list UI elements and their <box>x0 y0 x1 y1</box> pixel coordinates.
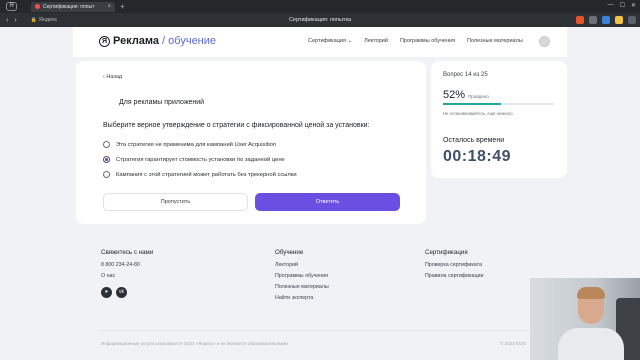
progress-hint: Не останавливайтесь, ещё немного <box>443 111 513 116</box>
extension-icon[interactable] <box>589 16 597 24</box>
footer-link-materials[interactable]: Полезные материалы <box>275 284 329 290</box>
progress-card: Вопрос 14 из 25 52% Пройдено Не останавл… <box>431 61 567 178</box>
footer-link-cert-rules[interactable]: Правила сертификации <box>425 273 483 279</box>
maximize-icon[interactable]: ☐ <box>620 2 625 9</box>
browser-menu-icon[interactable]: Я <box>6 2 17 11</box>
close-window-icon[interactable]: ✕ <box>631 2 636 9</box>
answer-option-label: Эта стратегия не применима для кампаний … <box>116 141 277 148</box>
address-page-title[interactable]: Сертификация: попытка <box>0 17 640 23</box>
logo-main: Реклама <box>113 35 160 47</box>
nav-item-programs[interactable]: Программы обучения <box>400 38 455 44</box>
extension-icon[interactable] <box>615 16 623 24</box>
tab-close-icon[interactable]: × <box>107 4 111 10</box>
answer-option-3[interactable]: Кампания с этой стратегией может работат… <box>103 171 297 178</box>
radio-button[interactable] <box>103 171 110 178</box>
webcam-overlay <box>530 278 640 360</box>
question-category: Для рекламы приложений <box>119 99 205 106</box>
webcam-person-hair <box>577 287 605 299</box>
radio-button[interactable] <box>103 141 110 148</box>
footer-cert-heading: Сертификация <box>425 249 468 256</box>
progress-bar <box>443 103 554 105</box>
main-nav: Сертификация ⌄ Лекторий Программы обучен… <box>308 38 523 44</box>
countdown-timer: 00:18:49 <box>443 148 512 165</box>
question-card: ‹ Назад Для рекламы приложений Выберите … <box>76 61 426 224</box>
nav-item-lectures[interactable]: Лекторий <box>364 38 388 44</box>
footer-copyright: © 2023 ООО <box>500 341 527 346</box>
answer-option-1[interactable]: Эта стратегия не применима для кампаний … <box>103 141 276 148</box>
minimize-icon[interactable]: — <box>608 2 614 9</box>
extension-icon[interactable] <box>576 16 584 24</box>
browser-address-bar: ‹ › 🔒 Яндекс Сертификация: попытка <box>0 13 640 27</box>
window-controls: — ☐ ✕ <box>608 2 636 9</box>
new-tab-icon[interactable]: + <box>120 2 125 11</box>
site-header: Я Реклама / обучение Сертификация ⌄ Лект… <box>73 27 567 57</box>
answer-option-label: Кампания с этой стратегией может работат… <box>116 171 297 178</box>
progress-percent: 52% <box>443 89 466 101</box>
logo-sub: / обучение <box>162 35 217 47</box>
tab-favicon-icon <box>35 4 40 9</box>
back-link[interactable]: ‹ Назад <box>103 74 122 80</box>
progress-bar-fill <box>443 103 501 105</box>
footer-link-expert[interactable]: Найти эксперта <box>275 295 313 301</box>
radio-button-selected[interactable] <box>103 156 110 163</box>
skip-button[interactable]: Пропустить <box>103 193 248 211</box>
tab-title: Сертификация: попыт <box>43 3 95 10</box>
browser-tab-bar: Я Сертификация: попыт × + — ☐ ✕ <box>0 0 640 13</box>
logo[interactable]: Я Реклама / обучение <box>99 35 216 47</box>
webcam-person-body <box>558 328 624 360</box>
question-prompt: Выберите верное утверждение о стратегии … <box>103 122 370 129</box>
footer-about-link[interactable]: О нас <box>101 273 115 279</box>
footer-contact-heading: Свяжитесь с нами <box>101 249 154 256</box>
footer-link-programs[interactable]: Программы обучения <box>275 273 328 279</box>
footer-disclaimer: Информационные услуги оказываются ООО «Я… <box>101 341 288 346</box>
telegram-icon[interactable]: ➤ <box>101 287 112 298</box>
browser-tab[interactable]: Сертификация: попыт × <box>31 1 115 12</box>
extensions-bar <box>576 16 636 24</box>
avatar[interactable] <box>539 36 550 47</box>
yandex-logo-icon: Я <box>99 35 110 47</box>
answer-button[interactable]: Ответить <box>255 193 400 211</box>
nav-item-materials[interactable]: Полезные материалы <box>467 38 523 44</box>
footer-divider <box>101 330 567 331</box>
time-remaining-label: Осталось времени <box>443 137 505 144</box>
download-icon[interactable] <box>628 16 636 24</box>
answer-option-label: Стратегия гарантирует стоимость установк… <box>116 156 285 163</box>
progress-label: Пройдено <box>468 94 489 99</box>
extension-icon[interactable] <box>602 16 610 24</box>
footer-link-check-cert[interactable]: Проверка сертификата <box>425 262 482 268</box>
answer-option-2[interactable]: Стратегия гарантирует стоимость установк… <box>103 156 285 163</box>
footer-link-lectures[interactable]: Лекторий <box>275 262 298 268</box>
nav-item-certification[interactable]: Сертификация ⌄ <box>308 38 352 44</box>
footer-learning-heading: Обучение <box>275 249 304 256</box>
question-counter: Вопрос 14 из 25 <box>443 72 488 78</box>
vk-icon[interactable]: vk <box>116 287 127 298</box>
footer-phone[interactable]: 8 800 234-24-80 <box>101 262 140 268</box>
